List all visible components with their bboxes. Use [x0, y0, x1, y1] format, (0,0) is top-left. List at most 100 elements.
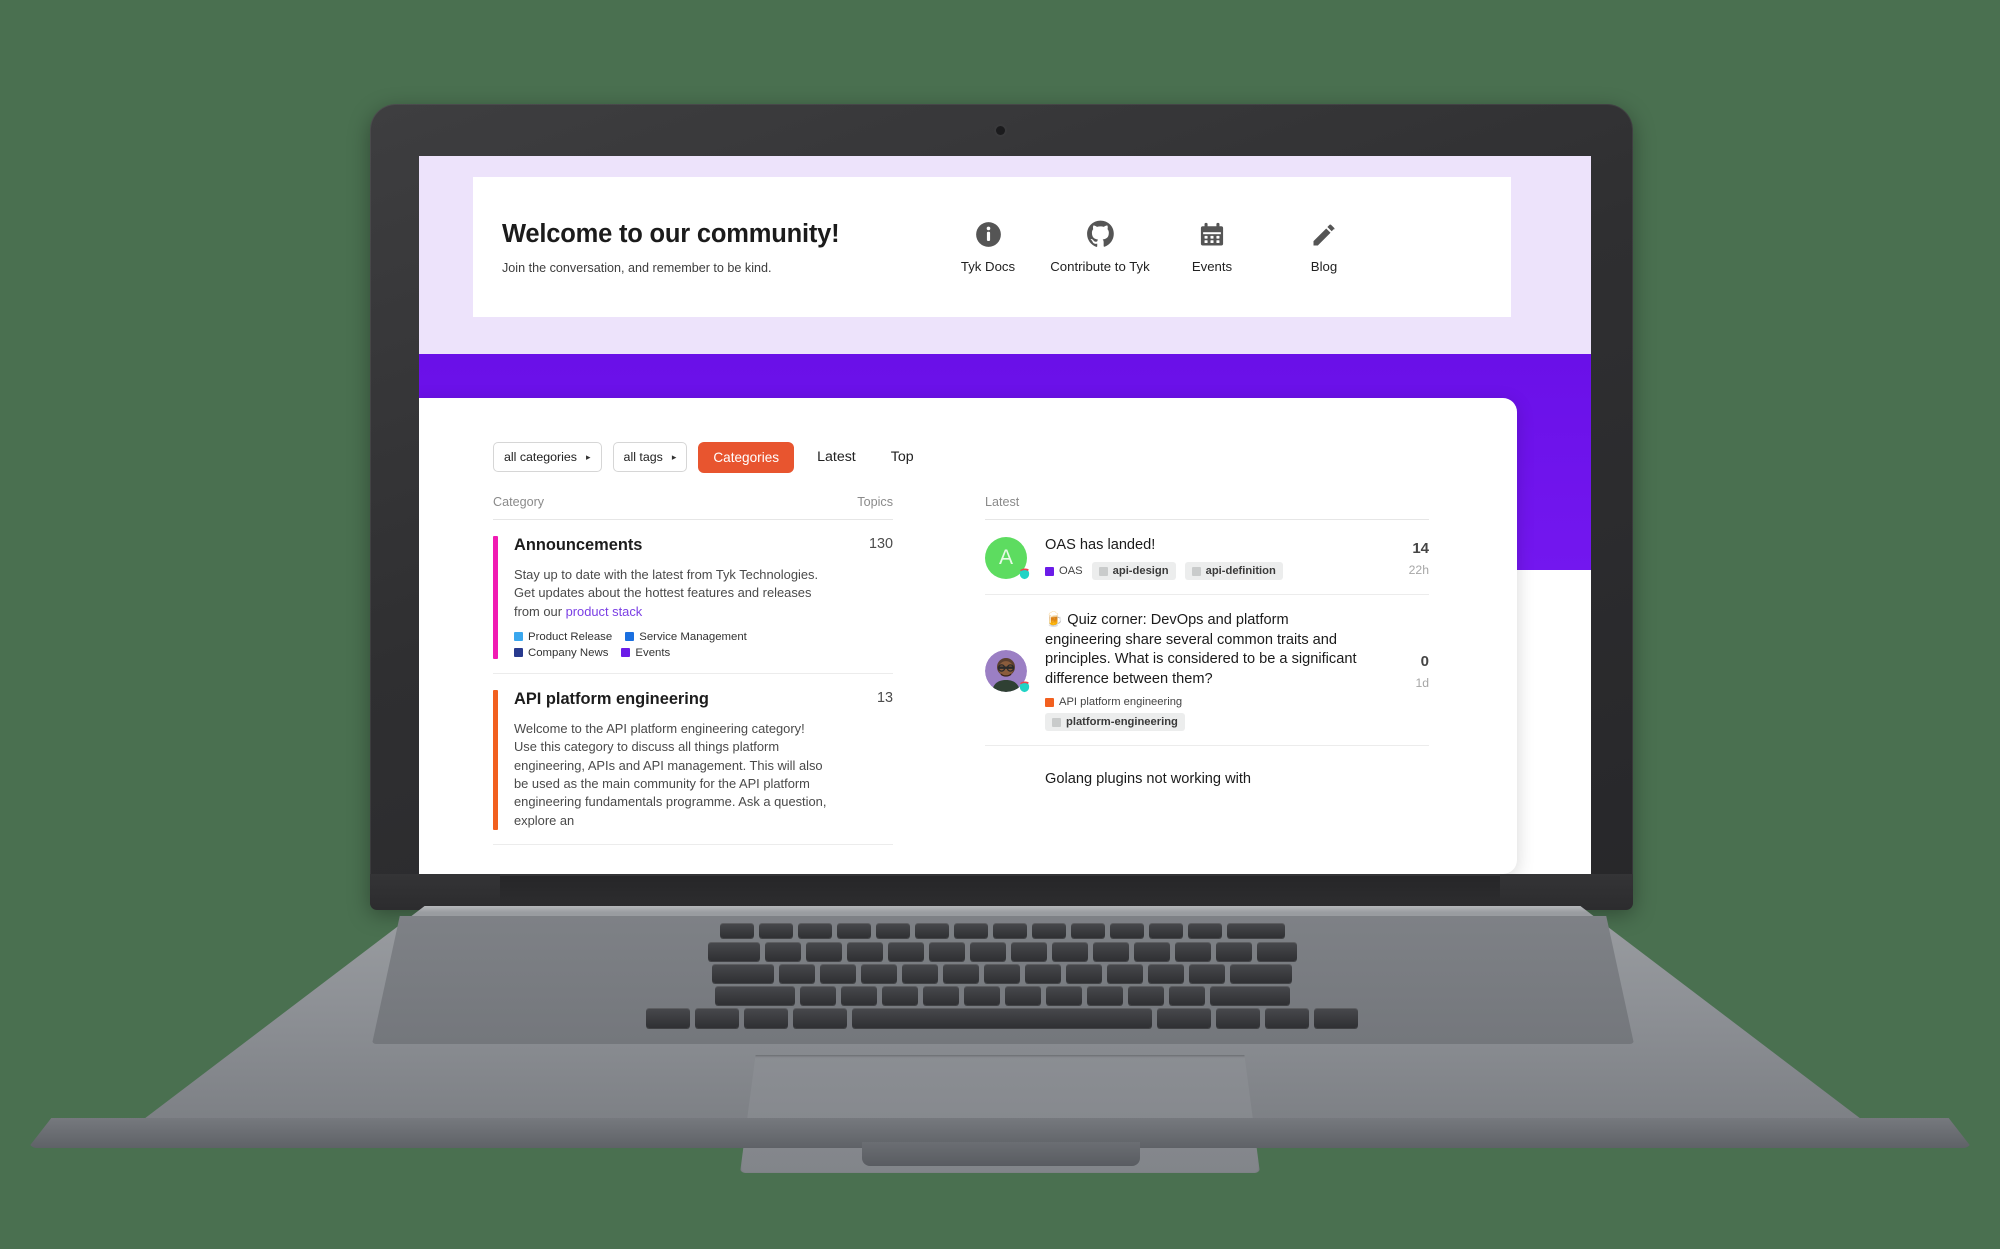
- all-categories-dropdown[interactable]: all categories ▸: [493, 442, 602, 472]
- topic-tag-label: platform-engineering: [1066, 716, 1178, 729]
- keyboard-key: [1209, 986, 1290, 1005]
- nav-item-tyk-docs[interactable]: Tyk Docs: [932, 220, 1044, 275]
- keyboard-key: [646, 1008, 690, 1028]
- keyboard-key: [695, 1008, 739, 1028]
- keyboard-key: [914, 923, 949, 938]
- subcategory-item[interactable]: Events: [621, 647, 670, 659]
- github-icon: [1086, 220, 1115, 250]
- nav-label: Contribute to Tyk: [1050, 258, 1150, 274]
- nav-item-contribute-to-tyk[interactable]: Contribute to Tyk: [1044, 220, 1156, 275]
- category-description: Welcome to the API platform engineering …: [514, 720, 827, 828]
- topic-content: OAS has landed! OAS api-design api-defin…: [1045, 536, 1361, 581]
- filter-toolbar: all categories ▸ all tags ▸ Categories L…: [493, 441, 926, 473]
- topic-category-tag[interactable]: API platform engineering: [1045, 696, 1182, 708]
- keyboard-key: [1070, 923, 1105, 938]
- tab-categories[interactable]: Categories: [698, 441, 795, 473]
- webcam-icon: [996, 126, 1005, 135]
- keyboard-key: [1066, 964, 1102, 983]
- keyboard-key: [1226, 923, 1285, 938]
- topic-title[interactable]: 🍺 Quiz corner: DevOps and platform engin…: [1045, 611, 1361, 689]
- keyboard-key: [928, 942, 965, 961]
- info-icon: [975, 220, 1002, 250]
- nav-label: Tyk Docs: [960, 258, 1016, 274]
- avatar-wrapper: A: [985, 537, 1032, 580]
- nav-item-events[interactable]: Events: [1156, 220, 1268, 275]
- topic-category-label: API platform engineering: [1059, 696, 1183, 709]
- topic-content: Golang plugins not working with: [1045, 770, 1361, 796]
- topic-tag[interactable]: api-definition: [1184, 562, 1283, 581]
- topic-category-tag[interactable]: OAS: [1045, 565, 1083, 577]
- keyboard-key: [881, 986, 918, 1005]
- keyboard-keys: [382, 921, 1622, 1037]
- all-tags-dropdown[interactable]: all tags ▸: [612, 442, 688, 472]
- latest-column: Latest A OAS has landed! OAS api-design …: [985, 495, 1429, 818]
- keyboard-key: [840, 986, 877, 1005]
- tab-top[interactable]: Top: [879, 441, 926, 473]
- keyboard-key: [1148, 923, 1183, 938]
- topic-category-label: OAS: [1059, 565, 1083, 578]
- keyboard-row: [382, 1008, 1622, 1028]
- browser-page: Welcome to our community! Join the conve…: [419, 156, 1591, 874]
- avatar-letter: A: [998, 546, 1013, 570]
- categories-column-header: Category Topics: [493, 495, 893, 519]
- laptop-mockup: Welcome to our community! Join the conve…: [0, 0, 2000, 1249]
- category-title[interactable]: API platform engineering: [514, 690, 831, 709]
- nav-item-blog[interactable]: Blog: [1268, 220, 1380, 275]
- topic-meta: 14 22h: [1361, 540, 1429, 577]
- keyboard-key: [764, 942, 801, 961]
- topic-tag[interactable]: api-design: [1091, 562, 1176, 581]
- subcategory-swatch: [514, 632, 523, 642]
- topic-tag[interactable]: platform-engineering: [1045, 713, 1185, 732]
- keyboard-key: [1230, 964, 1292, 983]
- subcategory-swatch: [621, 648, 631, 658]
- keyboard-row: [382, 964, 1622, 983]
- topic-row[interactable]: 🍺 Quiz corner: DevOps and platform engin…: [985, 595, 1429, 747]
- topic-title[interactable]: OAS has landed!: [1045, 536, 1361, 555]
- subcategory-item[interactable]: Product Release: [514, 631, 612, 643]
- keyboard-key: [984, 964, 1020, 983]
- subcategory-item[interactable]: Company News: [514, 647, 608, 659]
- topic-row[interactable]: Golang plugins not working with: [985, 746, 1429, 818]
- keyboard-key: [1189, 964, 1225, 983]
- keyboard-key: [714, 986, 795, 1005]
- keyboard-key: [1168, 986, 1205, 1005]
- keyboard-key: [875, 923, 910, 938]
- avatar-wrapper: [985, 650, 1032, 693]
- keyboard-key: [1004, 986, 1041, 1005]
- keyboard-key: [797, 923, 832, 938]
- keyboard-key: [799, 986, 836, 1005]
- keyboard-key: [1265, 1008, 1309, 1028]
- keyboard-key: [1031, 923, 1066, 938]
- page-subtitle: Join the conversation, and remember to b…: [502, 260, 772, 275]
- topic-title[interactable]: Golang plugins not working with: [1045, 770, 1361, 789]
- category-row-api-platform-engineering[interactable]: API platform engineering Welcome to the …: [493, 674, 893, 845]
- flair-badge-icon: [1017, 678, 1032, 693]
- topic-tag-list-secondary: platform-engineering: [1045, 713, 1361, 732]
- keyboard-row: [382, 923, 1622, 938]
- product-stack-link[interactable]: product stack: [566, 604, 643, 619]
- flair-badge-icon: [1017, 565, 1032, 580]
- topic-timestamp: 22h: [1408, 562, 1429, 577]
- category-swatch: [1045, 566, 1054, 576]
- keyboard-key: [943, 964, 979, 983]
- topic-reply-count: 14: [1412, 539, 1429, 557]
- tab-latest[interactable]: Latest: [805, 441, 868, 473]
- tag-swatch: [1052, 717, 1061, 727]
- page-title: Welcome to our community!: [502, 219, 840, 248]
- category-title[interactable]: Announcements: [514, 536, 831, 555]
- chevron-right-icon: ▸: [586, 451, 591, 462]
- keyboard-key: [902, 964, 938, 983]
- pencil-icon: [1310, 220, 1338, 250]
- subcategory-label: Product Release: [528, 630, 613, 643]
- subcategory-list: Product Release Service Management Company…: [514, 631, 831, 659]
- keyboard-key: [1045, 986, 1082, 1005]
- keyboard-key: [969, 942, 1006, 961]
- latest-column-header: Latest: [985, 495, 1429, 519]
- discourse-content-card: all categories ▸ all tags ▸ Categories L…: [419, 398, 1517, 874]
- screenshot-stage: Welcome to our community! Join the conve…: [0, 0, 2000, 1249]
- category-row-announcements[interactable]: Announcements Stay up to date with the l…: [493, 520, 893, 674]
- welcome-text-block: Welcome to our community! Join the conve…: [473, 220, 922, 275]
- keyboard-key: [963, 986, 1000, 1005]
- subcategory-item[interactable]: Service Management: [625, 631, 747, 643]
- topic-row[interactable]: A OAS has landed! OAS api-design api-def…: [985, 520, 1429, 596]
